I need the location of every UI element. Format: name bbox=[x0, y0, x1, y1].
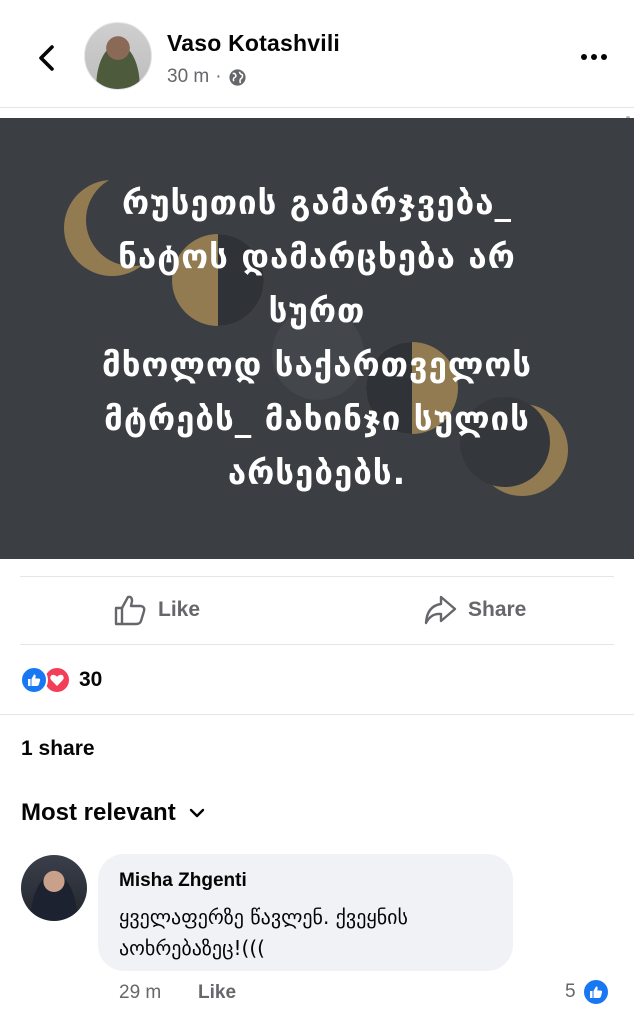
comment-text: ყველაფერზე წავლენ. ქვეყნის აოხრებაზეც!((… bbox=[119, 905, 408, 960]
like-reaction-icon bbox=[20, 666, 48, 694]
reaction-count: 30 bbox=[79, 668, 103, 691]
post-meta: 30 m · bbox=[167, 66, 247, 88]
reactions-summary[interactable]: 30 bbox=[20, 665, 102, 695]
divider bbox=[20, 644, 614, 645]
sort-label: Most relevant bbox=[21, 799, 176, 826]
divider bbox=[20, 576, 614, 577]
like-label: Like bbox=[158, 598, 201, 621]
back-button[interactable] bbox=[30, 38, 66, 78]
comment-like-button[interactable]: Like bbox=[198, 982, 236, 1004]
chevron-down-icon bbox=[189, 808, 204, 818]
share-arrow-icon bbox=[424, 595, 457, 625]
commenter-avatar[interactable] bbox=[21, 855, 87, 921]
divider bbox=[0, 714, 634, 715]
comment-reaction-count: 5 bbox=[565, 981, 576, 1002]
commenter-name[interactable]: Misha Zhgenti bbox=[119, 870, 247, 892]
more-horizontal-icon bbox=[581, 54, 587, 60]
post-image[interactable]: რუსეთის გამარჯვება_ ნატოს დამარცხება არ … bbox=[0, 118, 634, 559]
shares-count[interactable]: 1 share bbox=[21, 737, 95, 761]
share-label: Share bbox=[468, 598, 527, 621]
share-button[interactable]: Share bbox=[422, 590, 526, 630]
meta-separator: · bbox=[215, 66, 222, 87]
comment-time[interactable]: 29 m bbox=[119, 982, 161, 1004]
thumbs-up-outline-icon bbox=[114, 595, 146, 626]
divider bbox=[0, 107, 634, 108]
comment-reactions[interactable]: 5 bbox=[565, 978, 610, 1006]
author-avatar[interactable] bbox=[84, 22, 152, 90]
comment-bubble[interactable]: Misha Zhgenti ყველაფერზე წავლენ. ქვეყნის… bbox=[98, 854, 513, 971]
author-name[interactable]: Vaso Kotashvili bbox=[167, 30, 340, 57]
globe-icon bbox=[229, 68, 246, 86]
post-header: Vaso Kotashvili 30 m · bbox=[0, 0, 634, 108]
more-options-button[interactable] bbox=[576, 42, 612, 72]
post-time[interactable]: 30 m bbox=[167, 66, 209, 88]
like-button[interactable]: Like bbox=[112, 590, 200, 630]
chevron-left-icon bbox=[39, 45, 54, 71]
comment-sort-dropdown[interactable]: Most relevant bbox=[21, 799, 206, 827]
like-reaction-icon bbox=[581, 978, 610, 1006]
post-text: რუსეთის გამარჯვება_ ნატოს დამარცხება არ … bbox=[101, 183, 532, 492]
